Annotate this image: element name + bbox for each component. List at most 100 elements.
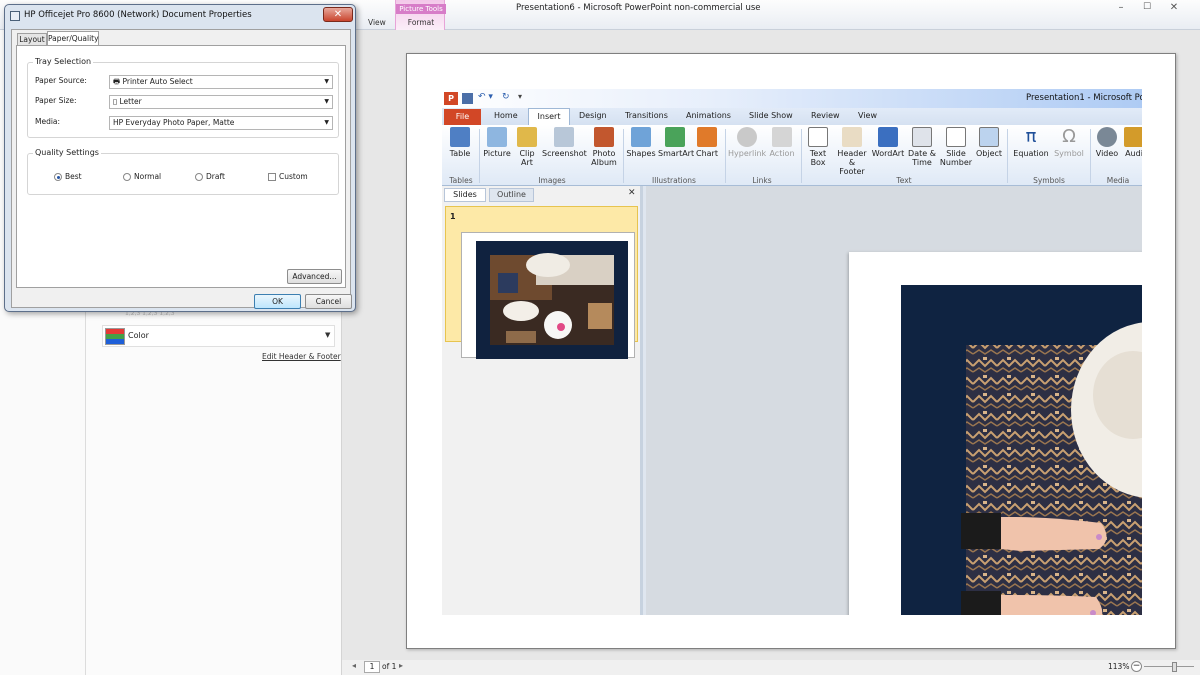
omega-icon: Ω — [1062, 126, 1076, 147]
zoom-out-button[interactable]: − — [1131, 661, 1142, 672]
slide-number-icon — [946, 127, 966, 147]
chevron-down-icon: ▼ — [324, 98, 329, 105]
picture-tools-context: Picture Tools Format — [395, 0, 446, 30]
slide-photo — [961, 322, 1142, 615]
inner-audio-button: Audi — [1124, 127, 1142, 158]
label: Action — [769, 149, 795, 158]
paper-size-select[interactable]: ▯ Letter ▼ — [109, 95, 333, 109]
tab-format[interactable]: Format — [396, 18, 446, 27]
close-icon: ✕ — [628, 188, 636, 198]
dialog-title: HP Officejet Pro 8600 (Network) Document… — [24, 10, 252, 20]
inner-slide-number-button: Slide Number — [939, 127, 973, 167]
quality-draft-label: Draft — [206, 172, 225, 181]
quality-best-radio[interactable] — [54, 173, 62, 181]
inner-shapes-button: Shapes — [626, 127, 656, 158]
speaker-icon — [1124, 127, 1142, 147]
video-icon — [1097, 127, 1117, 147]
minimize-button[interactable]: – — [1109, 2, 1133, 18]
tray-selection-group: Tray Selection Paper Source: 🖶 Printer A… — [27, 57, 339, 138]
label: Table — [449, 149, 471, 158]
ok-button[interactable]: OK — [254, 294, 301, 309]
paper-quality-page: Tray Selection Paper Source: 🖶 Printer A… — [16, 45, 346, 288]
page-number-input[interactable]: 1 — [364, 661, 380, 673]
inner-symbol-button: Ω Symbol — [1052, 126, 1086, 159]
slide-thumbnail-selection — [445, 206, 638, 359]
inner-photo-album-button: Photo Album — [589, 127, 619, 167]
tray-selection-title: Tray Selection — [33, 57, 94, 66]
quality-best-label: Best — [65, 172, 82, 181]
inner-slide-editor — [646, 186, 1142, 615]
label: Audi — [1125, 149, 1142, 158]
close-button[interactable]: ✕ — [1161, 2, 1187, 18]
media-select[interactable]: HP Everyday Photo Paper, Matte ▼ — [109, 116, 333, 130]
powerpoint-logo-icon: P — [444, 92, 458, 105]
cancel-button[interactable]: Cancel — [305, 294, 352, 309]
zoom-slider[interactable] — [1144, 666, 1194, 667]
shapes-icon — [631, 127, 651, 147]
quality-normal-radio[interactable] — [123, 173, 131, 181]
label: Clip Art — [519, 149, 535, 167]
group-tables: Tables — [449, 176, 473, 185]
media-label: Media: — [35, 117, 61, 126]
zoom-level[interactable]: 113% — [1108, 662, 1129, 671]
label: Equation — [1013, 149, 1049, 158]
advanced-button[interactable]: Advanced... — [287, 269, 342, 284]
inner-equation-button: π Equation — [1011, 126, 1051, 159]
customize-qat-icon: ▾ — [518, 92, 523, 101]
previous-page-button[interactable]: ◂ — [352, 661, 356, 670]
window-title: Presentation6 - Microsoft PowerPoint non… — [516, 3, 761, 13]
redo-icon: ↻ — [502, 92, 510, 102]
slide-photo-frame — [901, 285, 1142, 615]
inner-tab-file: File — [444, 109, 481, 125]
zoom-slider-thumb[interactable] — [1172, 662, 1177, 672]
inner-tab-home: Home — [494, 111, 518, 120]
inner-titlebar: P ↶ ▾ ↻ ▾ Presentation1 - Microsoft Pow — [442, 89, 1142, 108]
label: Object — [975, 149, 1003, 158]
picture-tools-label: Picture Tools — [396, 4, 446, 14]
tab-view[interactable]: View — [368, 18, 386, 27]
label: Photo Album — [591, 149, 617, 167]
quality-custom-checkbox[interactable] — [268, 173, 276, 181]
inner-window-title: Presentation1 - Microsoft Pow — [1026, 93, 1142, 103]
separator — [479, 129, 480, 183]
inner-slide — [849, 252, 1142, 615]
inner-tab-slide-show: Slide Show — [749, 111, 793, 120]
quality-draft-radio[interactable] — [195, 173, 203, 181]
separator — [1007, 129, 1008, 183]
maximize-button[interactable]: ☐ — [1135, 2, 1159, 18]
paper-source-label: Paper Source: — [35, 76, 87, 85]
next-page-button[interactable]: ▸ — [399, 661, 403, 670]
picture-icon — [487, 127, 507, 147]
printer-icon — [10, 11, 20, 21]
slide-thumbnail-number: 1 — [450, 212, 456, 221]
group-illustrations: Illustrations — [652, 176, 696, 185]
pi-icon: π — [1025, 126, 1037, 147]
printer-properties-dialog: HP Officejet Pro 8600 (Network) Document… — [4, 4, 356, 312]
chart-icon — [697, 127, 717, 147]
label: Hyperlink — [728, 149, 767, 158]
color-dropdown[interactable]: Color ▼ — [102, 325, 335, 347]
inner-picture-button: Picture — [482, 127, 512, 158]
inner-powerpoint-screenshot: P ↶ ▾ ↻ ▾ Presentation1 - Microsoft Pow … — [442, 89, 1142, 615]
quality-settings-group: Quality Settings Best Normal Draft Custo… — [27, 148, 339, 195]
hyperlink-icon — [737, 127, 757, 147]
color-icon — [105, 328, 125, 345]
chevron-down-icon: ▼ — [324, 78, 329, 85]
action-icon — [772, 127, 792, 147]
dialog-close-button[interactable]: ✕ — [323, 7, 353, 22]
edit-header-footer-link[interactable]: Edit Header & Footer — [262, 352, 341, 361]
paper-source-select[interactable]: 🖶 Printer Auto Select ▼ — [109, 75, 333, 89]
inner-object-button: Object — [975, 127, 1003, 158]
separator — [801, 129, 802, 183]
tab-paper-quality[interactable]: Paper/Quality — [47, 31, 99, 46]
quality-custom-label: Custom — [279, 172, 308, 181]
object-icon — [979, 127, 999, 147]
group-links: Links — [752, 176, 772, 185]
label: Date & Time — [908, 149, 936, 167]
separator — [725, 129, 726, 183]
inner-wordart-button: WordArt — [871, 127, 905, 158]
slide-thumbnail — [461, 232, 635, 359]
inner-text-box-button: Text Box — [805, 127, 831, 167]
inner-tab-insert: Insert — [528, 108, 570, 125]
media-value: HP Everyday Photo Paper, Matte — [113, 118, 235, 127]
